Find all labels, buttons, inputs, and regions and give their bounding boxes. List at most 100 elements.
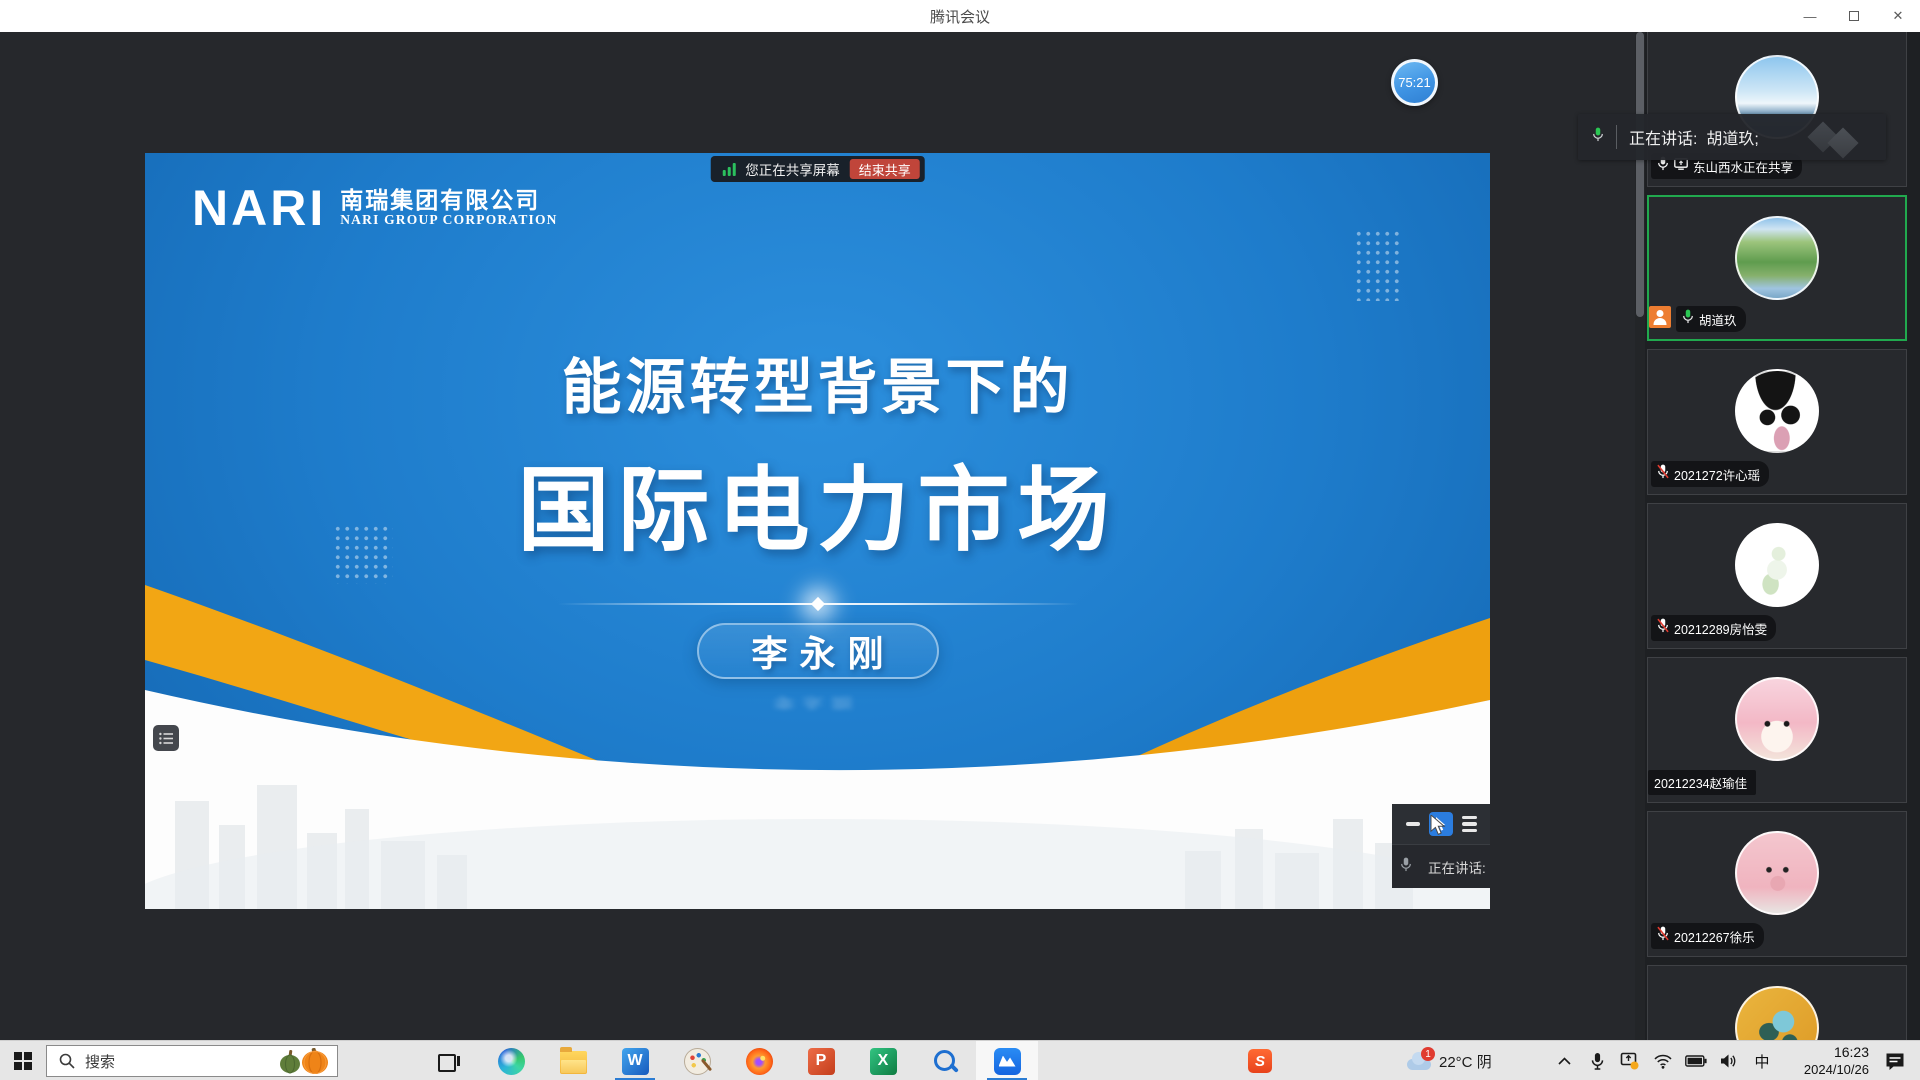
nari-brand-text: NARI — [192, 183, 326, 233]
taskbar-app-paint[interactable] — [666, 1041, 728, 1080]
presenter-reflection: 李永刚 — [774, 693, 861, 713]
slide-title-line1: 能源转型背景下的 — [562, 339, 1074, 426]
participant-label: 20212289房怡雯 — [1648, 615, 1776, 641]
toolbar-speaking-label: 正在讲话: — [1428, 857, 1486, 877]
start-button[interactable] — [0, 1041, 46, 1080]
taskbar-app-file-explorer[interactable] — [542, 1041, 604, 1080]
scrollbar-thumb[interactable] — [1636, 32, 1644, 317]
paint-icon — [684, 1048, 711, 1075]
participant-tile[interactable]: 20212289房怡雯 — [1647, 503, 1907, 649]
meeting-timer-bubble[interactable]: 75:21 — [1391, 59, 1438, 106]
participant-tile[interactable]: 东山西水正在共享 — [1647, 32, 1907, 187]
slide-divider — [558, 603, 1078, 605]
participant-name: 20212234赵瑜佳 — [1654, 773, 1747, 792]
participant-avatar — [1735, 216, 1819, 300]
annotation-list-button[interactable] — [153, 725, 179, 751]
collapse-toolbar-icon[interactable] — [1406, 822, 1420, 826]
toolbar-mic-icon — [1400, 857, 1412, 877]
tray-wifi-icon[interactable] — [1651, 1041, 1675, 1080]
participant-name: 20212289房怡雯 — [1674, 619, 1767, 638]
participant-tile[interactable]: 2021272许心瑶 — [1647, 349, 1907, 495]
meeting-content: NARI 南瑞集团有限公司 NARI GROUP CORPORATION — [0, 32, 1920, 1040]
taskbar-app-word[interactable]: W — [604, 1041, 666, 1080]
share-status-text: 您正在共享屏幕 — [745, 159, 840, 179]
stop-share-button[interactable]: 结束共享 — [850, 159, 920, 179]
taskbar-app-task-view[interactable] — [418, 1041, 480, 1080]
taskbar-app-excel[interactable]: X — [852, 1041, 914, 1080]
close-button[interactable]: ✕ — [1876, 0, 1920, 32]
task-view-icon — [436, 1048, 463, 1075]
action-center-icon[interactable] — [1878, 1041, 1912, 1080]
participant-label: 2021272许心瑶 — [1648, 461, 1769, 487]
minimize-button[interactable]: — — [1788, 0, 1832, 32]
presenter-pill: 李永刚 — [697, 623, 939, 679]
toolbar-speaking-row: 正在讲话: — [1392, 844, 1490, 888]
taskbar-clock[interactable]: 16:23 2024/10/26 — [1783, 1043, 1869, 1078]
clock-date: 2024/10/26 — [1783, 1062, 1869, 1079]
window-title: 腾讯会议 — [930, 6, 990, 27]
participant-name: 胡道玖 — [1699, 310, 1737, 329]
participant-label: 20212267徐乐 — [1648, 923, 1764, 949]
nari-company-en: NARI GROUP CORPORATION — [340, 213, 557, 228]
magnifier-icon — [932, 1048, 959, 1075]
sogou-input-icon[interactable]: S — [1248, 1049, 1272, 1073]
ime-indicator[interactable]: 中 — [1750, 1041, 1774, 1080]
participant-tile[interactable]: 20212267徐乐 — [1647, 811, 1907, 957]
participant-tile[interactable] — [1647, 965, 1907, 1040]
taskbar-search-box[interactable]: 搜索 — [46, 1045, 338, 1077]
tencent-meeting-window: 腾讯会议 — ✕ NARI 南瑞集团有限公司 NARI GROUP CORPOR… — [0, 0, 1920, 1080]
meeting-watermark-icon — [1806, 122, 1876, 156]
taskbar-app-powerpoint[interactable]: P — [790, 1041, 852, 1080]
edge-icon — [498, 1048, 525, 1075]
mic-status-icon — [1657, 926, 1669, 946]
system-tray: 中 16:23 2024/10/26 — [1552, 1041, 1912, 1080]
windows-logo-icon — [14, 1052, 32, 1070]
weather-widget[interactable]: 1 22°C 阴 — [1405, 1041, 1492, 1080]
tray-volume-icon[interactable] — [1717, 1041, 1741, 1080]
tray-battery-icon[interactable] — [1684, 1041, 1708, 1080]
presenter-name: 李永刚 — [739, 625, 895, 677]
participant-avatar — [1735, 369, 1819, 453]
tray-mic-icon[interactable] — [1585, 1041, 1609, 1080]
speaking-banner: 正在讲话: 胡道玖; — [1578, 114, 1886, 160]
share-status-banner: 您正在共享屏幕 结束共享 — [710, 156, 925, 182]
tencent-meeting-icon — [994, 1048, 1021, 1075]
mic-status-icon — [1657, 464, 1669, 484]
weather-badge: 1 — [1421, 1047, 1435, 1061]
participant-avatar — [1735, 523, 1819, 607]
weather-cloud-icon: 1 — [1405, 1052, 1433, 1070]
participant-label: 胡道玖 — [1649, 306, 1746, 332]
signal-bars-icon — [722, 163, 735, 176]
dot-grid-decoration — [1354, 229, 1402, 301]
participant-avatar — [1735, 986, 1819, 1040]
shared-slide: NARI 南瑞集团有限公司 NARI GROUP CORPORATION — [145, 153, 1490, 909]
speaking-mic-icon — [1592, 127, 1604, 147]
mouse-cursor — [1430, 815, 1447, 836]
participant-avatar — [1735, 831, 1819, 915]
participant-tile[interactable]: 20212234赵瑜佳 — [1647, 657, 1907, 803]
tray-expand-chevron-icon[interactable] — [1552, 1041, 1576, 1080]
taskbar-app-edge[interactable] — [480, 1041, 542, 1080]
taskbar-apps: W P X — [418, 1041, 1038, 1080]
taskbar-app-firefox[interactable] — [728, 1041, 790, 1080]
file-explorer-icon — [560, 1051, 587, 1074]
participant-sidebar: 东山西水正在共享 胡道玖 2021272许心瑶 — [1645, 32, 1920, 1040]
taskbar-app-tencent-meeting[interactable] — [976, 1041, 1038, 1080]
toolbar-menu-icon[interactable] — [1462, 816, 1477, 833]
nari-logo: NARI 南瑞集团有限公司 NARI GROUP CORPORATION — [192, 183, 558, 233]
host-badge-icon — [1649, 306, 1671, 328]
speaking-banner-text: 正在讲话: 胡道玖; — [1629, 125, 1759, 149]
titlebar: 腾讯会议 — ✕ — [0, 0, 1920, 32]
mic-status-icon — [1657, 618, 1669, 638]
participant-scrollbar[interactable] — [1635, 32, 1645, 1040]
taskbar-app-magnifier[interactable] — [914, 1041, 976, 1080]
nari-company-cn: 南瑞集团有限公司 — [340, 188, 557, 213]
search-icon — [59, 1053, 75, 1069]
participant-tile[interactable]: 胡道玖 — [1647, 195, 1907, 341]
tray-screenshare-icon[interactable] — [1618, 1041, 1642, 1080]
taskbar: 搜索 W P X S 1 — [0, 1040, 1920, 1080]
firefox-icon — [746, 1048, 773, 1075]
clock-time: 16:23 — [1783, 1043, 1869, 1061]
pumpkin-doodle-icon[interactable] — [279, 1048, 331, 1074]
maximize-button[interactable] — [1832, 0, 1876, 32]
